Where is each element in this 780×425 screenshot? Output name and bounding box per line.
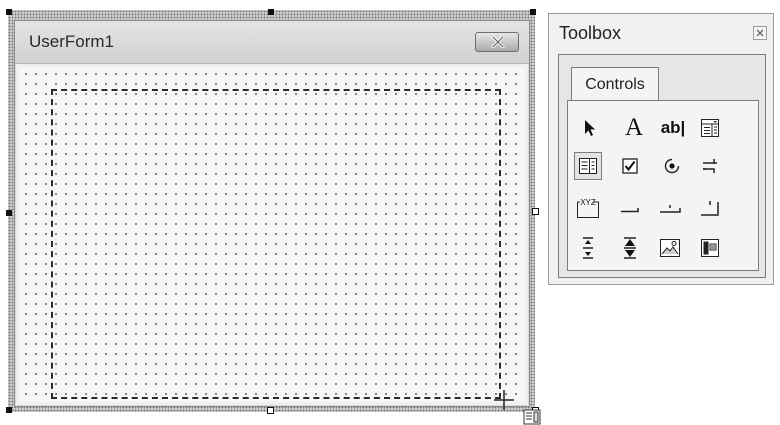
tool-commandbutton[interactable] xyxy=(616,194,644,222)
userform-client-grid[interactable] xyxy=(19,67,525,410)
spin-button-icon xyxy=(624,237,636,259)
image-icon xyxy=(660,239,680,257)
tool-multipage[interactable] xyxy=(696,194,724,222)
listbox-icon xyxy=(579,158,597,174)
crosshair-cursor-icon xyxy=(494,390,514,410)
textbox-icon: ab| xyxy=(660,118,686,137)
tool-scrollbar[interactable] xyxy=(574,234,602,262)
toolbox-pane: Controls A ab| XYZ xyxy=(558,54,766,278)
toolbox-close-button[interactable] xyxy=(753,26,767,40)
toolbox-window[interactable]: Toolbox Controls A ab| XYZ xyxy=(548,13,774,285)
toggle-button-icon xyxy=(703,159,717,173)
resize-handle-top-left[interactable] xyxy=(6,9,12,15)
close-icon xyxy=(491,36,505,48)
tool-label[interactable]: A xyxy=(620,114,648,142)
tool-spinbutton[interactable] xyxy=(616,234,644,262)
tab-controls[interactable]: Controls xyxy=(571,67,659,101)
resize-handle-top-right[interactable] xyxy=(530,9,536,15)
tool-refedit[interactable] xyxy=(696,234,724,262)
userform-titlebar[interactable]: UserForm1 xyxy=(15,21,529,64)
tool-optionbutton[interactable] xyxy=(658,152,686,180)
tool-listbox[interactable] xyxy=(574,152,602,180)
tool-textbox[interactable]: ab| xyxy=(656,114,690,142)
close-icon xyxy=(756,29,764,37)
userform-close-button[interactable] xyxy=(475,32,519,52)
tool-frame[interactable]: XYZ xyxy=(574,194,602,222)
tool-select-objects[interactable] xyxy=(576,114,604,142)
tool-combobox[interactable] xyxy=(696,114,724,142)
tool-tabstrip[interactable] xyxy=(656,194,684,222)
command-button-icon xyxy=(621,208,639,213)
resize-handle-bottom-middle[interactable] xyxy=(267,407,274,414)
tool-togglebutton[interactable] xyxy=(696,152,724,180)
frame-icon: XYZ xyxy=(577,198,599,218)
option-button-icon xyxy=(664,158,680,174)
controls-palette: A ab| XYZ xyxy=(567,100,759,271)
resize-handle-middle-right[interactable] xyxy=(532,208,539,215)
label-A-icon: A xyxy=(624,114,644,141)
drawing-marquee xyxy=(51,89,501,399)
tool-image[interactable] xyxy=(656,234,684,262)
listbox-tool-cursor-icon xyxy=(523,409,541,425)
resize-handle-bottom-left[interactable] xyxy=(6,407,12,413)
pointer-arrow-icon xyxy=(585,120,595,136)
tool-checkbox[interactable] xyxy=(616,152,644,180)
resize-handle-top-middle[interactable] xyxy=(268,9,274,15)
scrollbar-icon xyxy=(583,237,593,259)
combobox-icon xyxy=(701,119,719,137)
refedit-icon xyxy=(701,239,719,257)
userform-title: UserForm1 xyxy=(29,32,115,51)
checkbox-icon xyxy=(622,158,638,174)
multipage-icon xyxy=(701,201,719,216)
frame-caption: XYZ xyxy=(580,198,596,207)
tabstrip-icon xyxy=(660,205,681,213)
tab-controls-label: Controls xyxy=(585,75,645,93)
toolbox-title: Toolbox xyxy=(559,23,622,43)
userform-window[interactable]: UserForm1 xyxy=(14,20,541,425)
form-designer: UserForm1 xyxy=(0,0,542,425)
resize-handle-middle-left[interactable] xyxy=(6,210,12,216)
